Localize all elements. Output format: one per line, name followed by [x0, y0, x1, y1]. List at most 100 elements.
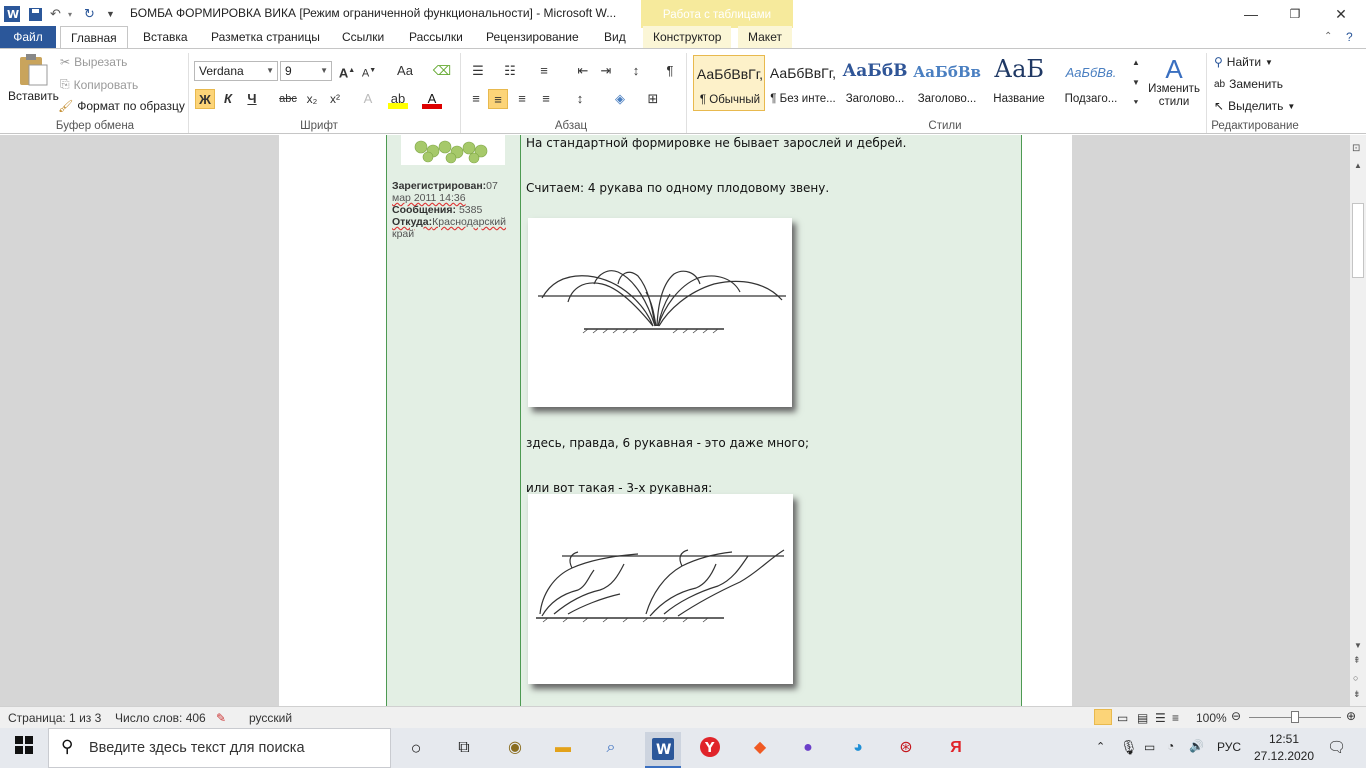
scroll-down-icon[interactable]: ▼: [1354, 641, 1362, 650]
styles-scroll-up-icon[interactable]: ▲: [1126, 53, 1146, 73]
underline-button[interactable]: Ч: [242, 89, 262, 109]
paragraph-2[interactable]: Считаем: 4 рукава по одному плодовому зв…: [526, 181, 829, 195]
word-taskbar-button[interactable]: W: [645, 732, 681, 768]
full-screen-reading-icon[interactable]: ▭: [1117, 711, 1128, 725]
shading-icon[interactable]: ◈: [610, 89, 630, 109]
yandex-app-icon[interactable]: Я: [943, 736, 969, 760]
change-styles-button[interactable]: A Изменить стили: [1146, 55, 1202, 109]
style-subtitle[interactable]: АаБбВв. Подзаго...: [1055, 55, 1127, 111]
vine-diagram-image-1[interactable]: [528, 218, 792, 407]
change-case-button[interactable]: Aa: [392, 61, 418, 81]
outline-view-icon[interactable]: ☰: [1155, 711, 1166, 725]
paragraph-3[interactable]: здесь, правда, 6 рукавная - это даже мно…: [526, 436, 809, 450]
font-color-icon[interactable]: A: [422, 89, 442, 109]
style-no-spacing[interactable]: АаБбВвГг, ¶ Без инте...: [767, 55, 839, 111]
vertical-scrollbar[interactable]: ⊡ ▲ ▼ ⇞ ○ ⇟: [1350, 135, 1366, 706]
zoom-in-icon[interactable]: ⊕: [1346, 709, 1356, 723]
styles-scroll-down-icon[interactable]: ▼: [1126, 73, 1146, 93]
print-layout-view-icon[interactable]: [1094, 709, 1112, 725]
qat-customize-icon[interactable]: ▼: [106, 5, 115, 23]
zoom-slider-thumb[interactable]: [1291, 711, 1299, 723]
close-button[interactable]: ✕: [1318, 0, 1364, 28]
tab-page-layout[interactable]: Разметка страницы: [201, 26, 330, 48]
draft-view-icon[interactable]: ≡: [1172, 711, 1179, 725]
format-painter-button[interactable]: 🖌 Формат по образцу: [58, 99, 185, 113]
tray-overflow-icon[interactable]: ⌃: [1096, 740, 1105, 753]
search-app-icon[interactable]: ⌕: [598, 736, 624, 760]
tab-home[interactable]: Главная: [60, 26, 128, 48]
italic-button[interactable]: К: [218, 89, 238, 109]
file-explorer-icon[interactable]: ▬: [550, 736, 576, 760]
tab-mailings[interactable]: Рассылки: [399, 26, 473, 48]
scroll-up-icon[interactable]: ▲: [1354, 161, 1362, 170]
security-app-icon[interactable]: ⊛: [893, 736, 919, 760]
minimize-button[interactable]: —: [1228, 0, 1274, 28]
page-counter[interactable]: Страница: 1 из 3: [8, 711, 101, 725]
input-language[interactable]: РУС: [1217, 740, 1241, 754]
task-view-icon[interactable]: ⧉: [451, 736, 477, 760]
eye-app-icon[interactable]: ◉: [502, 736, 528, 760]
style-title[interactable]: АаБ Название: [983, 55, 1055, 111]
cut-button[interactable]: ✂ Вырезать: [60, 55, 127, 69]
sort-icon[interactable]: ↕: [626, 61, 646, 81]
decrease-indent-icon[interactable]: ⇤: [573, 61, 593, 81]
multilevel-list-icon[interactable]: ≡: [534, 61, 554, 81]
numbering-icon[interactable]: ☷: [500, 61, 520, 81]
superscript-button[interactable]: x²: [325, 89, 345, 109]
zoom-level[interactable]: 100%: [1196, 711, 1227, 725]
paste-button[interactable]: Вставить: [8, 53, 59, 103]
grow-font-icon[interactable]: A▲: [337, 61, 357, 81]
cortana-icon[interactable]: ○: [403, 736, 429, 760]
paragraph-4[interactable]: или вот такая - 3-х рукавная:: [526, 481, 712, 495]
tab-insert[interactable]: Вставка: [133, 26, 198, 48]
scroll-thumb[interactable]: [1352, 203, 1364, 278]
find-button[interactable]: ⚲ Найти ▼: [1214, 55, 1273, 69]
previous-page-icon[interactable]: ⇞: [1353, 655, 1361, 666]
increase-indent-icon[interactable]: ⇥: [596, 61, 616, 81]
clear-formatting-icon[interactable]: ⌫: [432, 61, 452, 81]
brave-browser-icon[interactable]: ◆: [747, 736, 773, 760]
language-indicator[interactable]: русский: [249, 711, 292, 725]
tab-file[interactable]: Файл: [0, 26, 56, 48]
copy-button[interactable]: ⎘ Копировать: [60, 77, 138, 92]
align-center-icon[interactable]: ≡: [488, 89, 508, 109]
font-name-combo[interactable]: Verdana ▼: [194, 61, 278, 81]
word-count[interactable]: Число слов: 406: [115, 711, 206, 725]
wifi-icon[interactable]: ◔: [1167, 739, 1174, 753]
taskbar-search-box[interactable]: ⚲ Введите здесь текст для поиска: [48, 728, 391, 768]
word-app-icon[interactable]: W: [4, 5, 20, 23]
windows-start-icon[interactable]: [11, 736, 37, 760]
replace-button[interactable]: ab Заменить: [1214, 77, 1283, 91]
web-layout-icon[interactable]: ▤: [1137, 711, 1148, 725]
redo-icon[interactable]: ↻: [84, 5, 95, 23]
bullets-icon[interactable]: ☰: [468, 61, 488, 81]
show-marks-icon[interactable]: ¶: [660, 61, 680, 81]
battery-icon[interactable]: ▭: [1144, 740, 1155, 754]
justify-icon[interactable]: ≡: [536, 89, 556, 109]
zoom-out-icon[interactable]: ⊖: [1231, 709, 1241, 723]
notifications-icon[interactable]: 🗨: [1327, 738, 1346, 756]
next-page-icon[interactable]: ⇟: [1353, 689, 1361, 700]
borders-icon[interactable]: ⊞: [643, 89, 663, 109]
line-spacing-icon[interactable]: ↕: [570, 89, 590, 109]
help-icon[interactable]: ?: [1336, 26, 1363, 48]
tab-table-design[interactable]: Конструктор: [643, 26, 732, 48]
tab-view[interactable]: Вид: [594, 26, 636, 48]
font-size-combo[interactable]: 9 ▼: [280, 61, 332, 81]
tab-review[interactable]: Рецензирование: [476, 26, 589, 48]
style-normal[interactable]: АаБбВвГг, ¶ Обычный: [693, 55, 765, 111]
undo-dropdown-icon[interactable]: ▾: [68, 5, 72, 23]
tab-table-layout[interactable]: Макет: [738, 26, 792, 48]
style-heading-1[interactable]: АаБбВ Заголово...: [839, 55, 911, 111]
edge-browser-icon[interactable]: ◕: [845, 736, 871, 760]
align-left-icon[interactable]: ≡: [466, 89, 486, 109]
shrink-font-icon[interactable]: A▼: [359, 61, 379, 81]
clock-date[interactable]: 27.12.2020: [1250, 749, 1318, 763]
styles-more-icon[interactable]: ⯆: [1126, 93, 1146, 113]
highlight-icon[interactable]: ab: [388, 89, 408, 109]
volume-icon[interactable]: 🔊: [1189, 739, 1204, 753]
paragraph-1[interactable]: На стандартной формировке не бывает заро…: [526, 136, 906, 150]
browse-object-icon[interactable]: ○: [1353, 673, 1358, 683]
bold-button[interactable]: Ж: [195, 89, 215, 109]
restore-button[interactable]: ❐: [1272, 0, 1318, 28]
